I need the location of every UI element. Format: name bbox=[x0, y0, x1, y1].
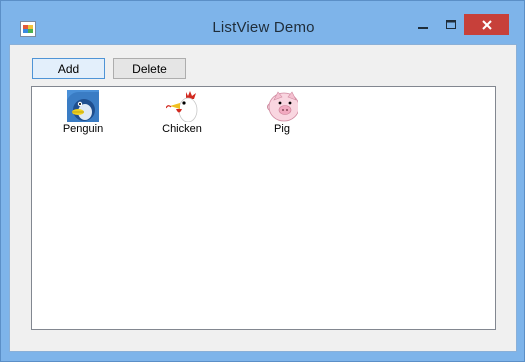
maximize-button[interactable] bbox=[438, 14, 464, 35]
delete-button[interactable]: Delete bbox=[113, 58, 186, 79]
list-item-chicken[interactable]: Chicken bbox=[144, 90, 220, 140]
client-area: Add Delete Penguin Chicken Pig bbox=[9, 44, 517, 352]
pig-icon bbox=[267, 91, 298, 122]
maximize-icon bbox=[446, 19, 456, 29]
list-item-label: Chicken bbox=[162, 123, 202, 135]
chicken-icon bbox=[166, 91, 198, 122]
list-item-label: Penguin bbox=[62, 123, 104, 135]
close-button[interactable] bbox=[464, 14, 509, 35]
minimize-icon bbox=[418, 26, 428, 29]
app-window: ListView Demo Add Delete Penguin Chicken… bbox=[0, 0, 525, 362]
close-icon bbox=[481, 19, 492, 30]
add-button[interactable]: Add bbox=[32, 58, 105, 79]
list-view[interactable]: Penguin Chicken Pig bbox=[31, 86, 496, 330]
title-bar[interactable]: ListView Demo bbox=[1, 1, 524, 44]
minimize-button[interactable] bbox=[410, 14, 436, 35]
list-item-label: Pig bbox=[274, 123, 290, 135]
penguin-icon bbox=[67, 90, 99, 122]
list-item-penguin[interactable]: Penguin bbox=[45, 90, 121, 140]
list-item-pig[interactable]: Pig bbox=[244, 90, 320, 140]
